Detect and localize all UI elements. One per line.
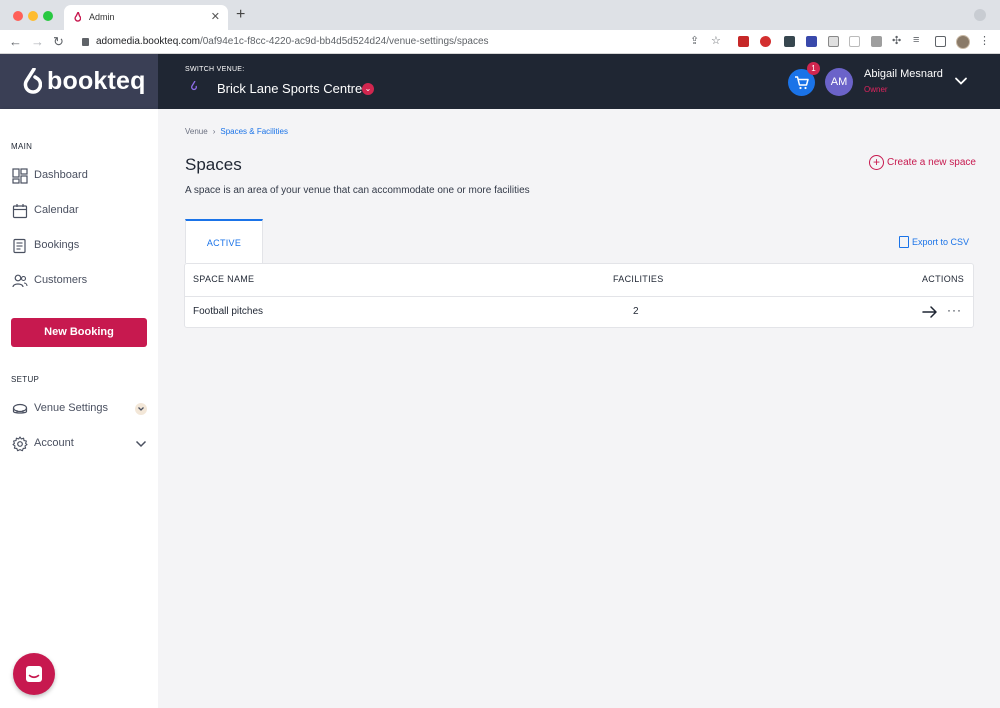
more-options-icon[interactable]: ··· (947, 303, 962, 317)
chat-support-button[interactable] (13, 653, 55, 695)
tab-close-icon[interactable]: ✕ (211, 10, 220, 23)
customers-icon (12, 274, 28, 288)
create-space-label: Create a new space (887, 157, 976, 168)
breadcrumb: Venue › Spaces & Facilities (185, 127, 288, 136)
column-header-actions: ACTIONS (922, 274, 965, 284)
row-divider (185, 296, 973, 297)
section-title-setup: SETUP (11, 375, 40, 384)
bookings-icon (13, 238, 26, 254)
bookteq-logo-icon (23, 68, 42, 94)
sidebar: MAIN Dashboard Calendar Bookings Custome… (0, 109, 158, 708)
gear-icon (12, 436, 28, 452)
sidebar-item-label: Account (34, 437, 74, 449)
user-role: Owner (864, 85, 888, 94)
sidebar-item-label: Venue Settings (34, 402, 109, 414)
dashboard-icon (12, 168, 28, 184)
minimize-window-icon[interactable] (28, 11, 38, 21)
venue-name[interactable]: Brick Lane Sports Centre (217, 81, 362, 96)
back-button[interactable]: ← (9, 34, 22, 49)
url-text: adomedia.bookteq.com/0af94e1c-f8cc-4220-… (96, 36, 489, 47)
sidebar-item-account[interactable]: Account (11, 434, 151, 456)
chat-icon (26, 666, 42, 682)
lock-icon (82, 38, 89, 46)
chevron-down-icon[interactable] (135, 403, 147, 415)
logo-text: bookteq (47, 67, 146, 95)
profile-avatar[interactable] (956, 35, 970, 49)
bookmark-star-icon[interactable]: ☆ (711, 34, 721, 47)
sidebar-panel-icon[interactable] (935, 36, 946, 47)
export-csv-label: Export to CSV (912, 237, 970, 247)
sidebar-item-label: Calendar (34, 204, 79, 216)
facilities-count-cell: 2 (633, 306, 639, 317)
cart-count-badge: 1 (807, 62, 820, 75)
column-header-facilities: FACILITIES (613, 274, 664, 284)
new-booking-button[interactable]: New Booking (11, 318, 147, 347)
close-window-icon[interactable] (13, 11, 23, 21)
extensions-puzzle-icon[interactable]: ✣ (892, 34, 901, 47)
spaces-table: SPACE NAME FACILITIES ACTIONS Football p… (184, 263, 974, 328)
browser-tab[interactable]: Admin ✕ (64, 5, 228, 30)
venue-logo-icon (191, 81, 197, 91)
forward-button[interactable]: → (31, 34, 44, 49)
create-space-button[interactable]: + Create a new space (869, 155, 976, 171)
chevron-down-icon[interactable] (135, 438, 147, 450)
extension-icon[interactable] (806, 36, 817, 47)
sidebar-item-label: Bookings (34, 239, 80, 251)
sidebar-item-calendar[interactable]: Calendar (11, 201, 151, 223)
user-name[interactable]: Abigail Mesnard (864, 68, 943, 80)
calendar-icon (12, 204, 28, 219)
extension-icon[interactable] (849, 36, 860, 47)
sidebar-item-dashboard[interactable]: Dashboard (11, 166, 151, 188)
column-header-space-name: SPACE NAME (193, 274, 255, 284)
reading-list-icon[interactable]: ≡ (913, 34, 919, 46)
tab-title: Admin (89, 12, 115, 22)
export-csv-button[interactable]: Export to CSV (899, 236, 975, 250)
sidebar-item-venue-settings[interactable]: Venue Settings (11, 399, 151, 421)
tab-search-icon[interactable] (974, 9, 986, 21)
app-header: bookteq SWITCH VENUE: Brick Lane Sports … (0, 54, 1000, 109)
extension-icon[interactable] (871, 36, 882, 47)
bookteq-favicon-icon (74, 12, 81, 22)
main-content: Venue › Spaces & Facilities Spaces A space… (158, 109, 1000, 708)
space-name-cell: Football pitches (193, 306, 264, 317)
section-title-main: MAIN (11, 142, 33, 151)
csv-file-icon (899, 236, 909, 248)
browser-tab-bar: Admin ✕ + (0, 0, 1000, 30)
maximize-window-icon[interactable] (43, 11, 53, 21)
page-title: Spaces (185, 155, 242, 174)
breadcrumb-current[interactable]: Spaces & Facilities (220, 127, 288, 136)
address-bar[interactable]: adomedia.bookteq.com/0af94e1c-f8cc-4220-… (72, 33, 728, 51)
plus-circle-icon: + (869, 155, 884, 170)
sidebar-item-customers[interactable]: Customers (11, 271, 151, 293)
sidebar-item-label: Dashboard (34, 169, 88, 181)
page-description: A space is an area of your venue that ca… (185, 185, 530, 196)
new-tab-button[interactable]: + (236, 6, 245, 24)
extension-icon[interactable] (760, 36, 771, 47)
extension-icon[interactable] (828, 36, 839, 47)
reload-button[interactable]: ↻ (53, 34, 64, 50)
extension-icon[interactable] (738, 36, 749, 47)
stadium-icon (12, 403, 28, 414)
tab-active[interactable]: ACTIVE (185, 219, 263, 263)
venue-chevron-down-icon[interactable]: ⌄ (362, 83, 374, 95)
avatar[interactable]: AM (825, 68, 853, 96)
logo-area[interactable]: bookteq (0, 54, 158, 109)
browser-menu-icon[interactable]: ⋮ (979, 34, 990, 47)
switch-venue-label: SWITCH VENUE: (185, 66, 245, 73)
sidebar-item-label: Customers (34, 274, 88, 286)
breadcrumb-separator: › (212, 127, 216, 136)
extension-icon[interactable] (784, 36, 795, 47)
arrow-right-icon[interactable] (922, 305, 938, 319)
tab-active-label: ACTIVE (206, 238, 242, 248)
browser-toolbar: ← → ↻ adomedia.bookteq.com/0af94e1c-f8cc… (0, 30, 1000, 54)
user-menu-chevron-down-icon[interactable] (954, 74, 968, 88)
breadcrumb-venue-link[interactable]: Venue (185, 127, 208, 136)
sidebar-item-bookings[interactable]: Bookings (11, 236, 151, 258)
share-icon[interactable]: ⇪ (690, 34, 699, 47)
